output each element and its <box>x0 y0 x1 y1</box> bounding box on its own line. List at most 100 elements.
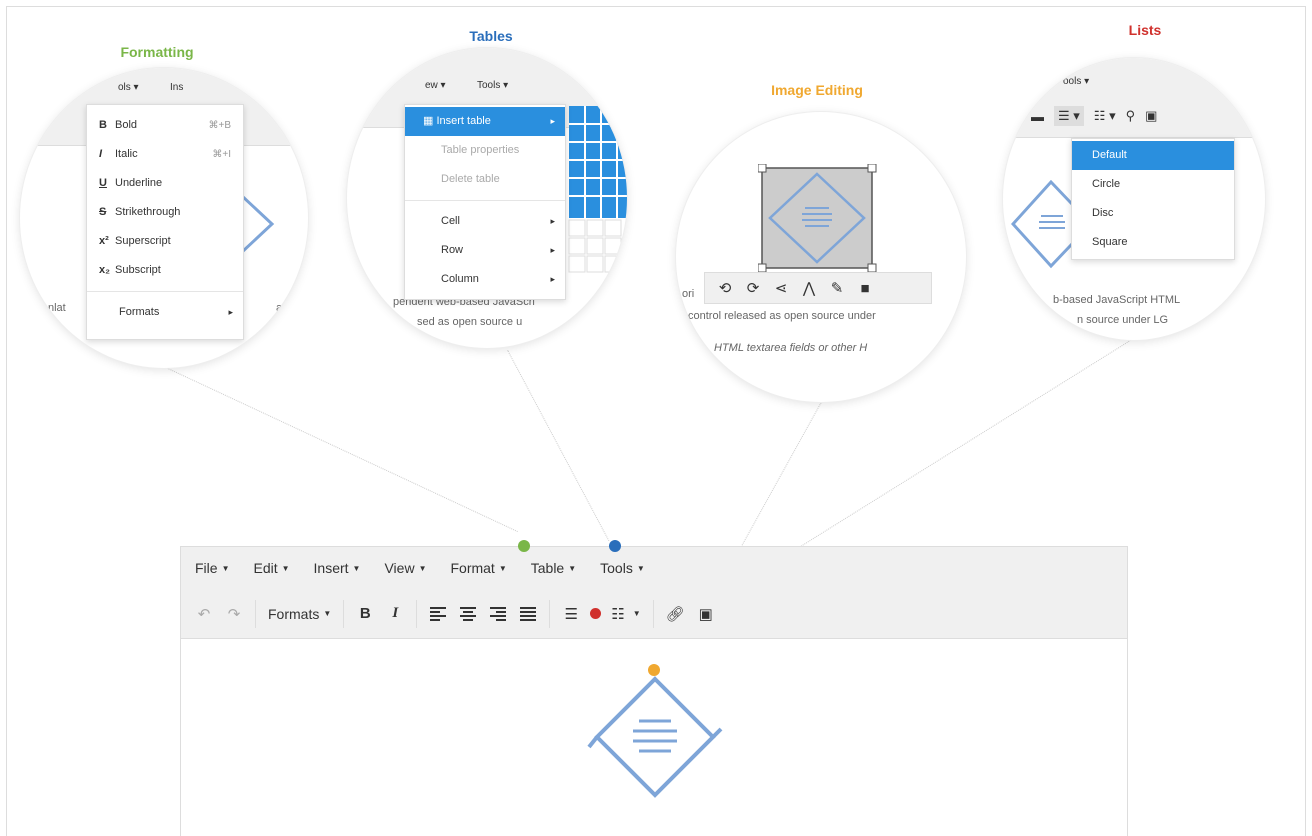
bold-button[interactable]: B <box>350 598 380 630</box>
bullet-list-icon: ☰ <box>564 605 578 623</box>
callout-title-lists: Lists <box>1128 22 1162 38</box>
bullet-list-icon[interactable]: ☰ ▾ <box>1054 106 1084 126</box>
selected-image <box>758 164 877 273</box>
rotate-left-icon[interactable]: ⟲ <box>715 272 735 304</box>
formats-dropdown[interactable]: Formats ▼ <box>262 598 337 630</box>
align-center-button[interactable] <box>453 598 483 630</box>
rotate-right-icon[interactable]: ⟳ <box>743 272 763 304</box>
table-menu-item-row[interactable]: Row ▸ <box>405 236 565 265</box>
table-menu-item-delete-table: Delete table <box>441 173 500 185</box>
justify-button[interactable] <box>513 598 543 630</box>
underline-icon: U <box>99 177 107 189</box>
numbered-list-icon[interactable]: ☷ ▾ <box>1094 108 1116 124</box>
formatting-callout: ols ▾ Ins nlat asc B Bold ⌘+B I Italic ⌘+I U… <box>20 68 308 368</box>
edit-image-icon[interactable]: ✎ <box>827 272 847 304</box>
list-style-default[interactable]: Default <box>1072 141 1234 170</box>
formatting-anchor-dot <box>518 540 530 552</box>
menu-view[interactable]: View ▼ <box>384 560 426 576</box>
chevron-right-icon: ▸ <box>550 245 555 255</box>
flip-horizontal-icon[interactable]: ⋖ <box>771 272 791 304</box>
tables-callout: ew ▾ Tools ▾ pendent web-based JavaScri … <box>347 48 627 348</box>
editor-logo-image[interactable] <box>585 673 725 813</box>
chevron-down-icon: ▼ <box>352 563 361 573</box>
list-style-circle[interactable]: Circle <box>1072 170 1234 199</box>
justify-icon[interactable]: ▬ <box>1031 109 1044 124</box>
lists-faded-text-1: b-based JavaScript HTML <box>1053 294 1181 306</box>
table-size-grid <box>568 106 627 273</box>
formatting-faded-left: nlat <box>48 302 66 314</box>
callout-title-tables: Tables <box>469 28 513 44</box>
undo-button[interactable]: ↶ <box>189 598 219 630</box>
toolbar-separator <box>343 599 345 628</box>
format-menu-item-superscript[interactable]: x² Superscript <box>87 227 243 256</box>
lists-tab-tools[interactable]: ools ▾ <box>1063 76 1089 87</box>
image-button[interactable]: ▣ <box>691 598 721 630</box>
format-menu-item-underline[interactable]: U Underline <box>87 169 243 198</box>
menu-edit[interactable]: Edit ▼ <box>253 560 289 576</box>
tables-tab-tools[interactable]: Tools ▾ <box>477 80 508 91</box>
editor-menubar: File ▼ Edit ▼ Insert ▼ View ▼ Format ▼ Table ▼… <box>181 547 1127 589</box>
superscript-icon: x² <box>99 235 109 247</box>
image-anchor-dot <box>648 664 660 676</box>
align-left-icon <box>430 606 447 621</box>
lists-marker-dot <box>590 608 602 619</box>
chevron-right-icon: ▸ <box>228 307 233 317</box>
format-menu-separator <box>87 291 243 292</box>
subscript-icon: x₂ <box>99 264 111 276</box>
table-menu-item-table-properties: Table properties <box>441 144 520 156</box>
link-icon: 🔗︎ <box>665 605 685 623</box>
menu-file[interactable]: File ▼ <box>195 560 229 576</box>
justify-icon <box>520 606 537 621</box>
menu-table[interactable]: Table ▼ <box>531 560 576 576</box>
align-left-button[interactable] <box>423 598 453 630</box>
redo-button[interactable]: ↷ <box>219 598 249 630</box>
lists-toolbar-strip <box>1003 58 1265 138</box>
chevron-down-icon: ▼ <box>221 563 230 573</box>
table-menu-item-cell[interactable]: Cell ▸ <box>405 207 565 236</box>
toolbar-separator <box>416 599 418 628</box>
table-menu-separator <box>405 200 565 201</box>
format-menu-item-strikethrough[interactable]: S Strikethrough <box>87 198 243 227</box>
editor-window: File ▼ Edit ▼ Insert ▼ View ▼ Format ▼ Table ▼… <box>180 546 1128 836</box>
formatting-tab-tools[interactable]: ols ▾ <box>118 82 139 93</box>
format-menu-item-italic[interactable]: I Italic ⌘+I <box>87 140 243 169</box>
table-menu-item-insert-table[interactable]: ▦ Insert table ▸ <box>405 107 565 136</box>
menu-tools[interactable]: Tools ▼ <box>600 560 645 576</box>
format-menu-item-formats[interactable]: Formats ▸ <box>87 298 243 327</box>
link-icon[interactable]: ⚲ <box>1126 108 1136 124</box>
menu-insert[interactable]: Insert ▼ <box>314 560 361 576</box>
callout-title-image-editing: Image Editing <box>771 82 863 98</box>
toolbar-separator <box>549 599 551 628</box>
align-right-icon <box>490 606 507 621</box>
image-faded-text-1: control released as open source under <box>688 310 876 322</box>
formatting-faded-right: asc <box>276 302 294 314</box>
image-faded-prefix: ori <box>682 288 695 300</box>
table-menu-item-column[interactable]: Column ▸ <box>405 265 565 294</box>
table-dropdown-menu: ▦ Insert table ▸ Table properties Delete … <box>404 104 566 300</box>
format-menu-item-bold[interactable]: B Bold ⌘+B <box>87 111 243 140</box>
lists-faded-text-2: n source under LG <box>1077 314 1169 326</box>
bullet-style-menu: Default Circle Disc Square <box>1071 138 1235 260</box>
align-right-button[interactable] <box>483 598 513 630</box>
tables-anchor-dot <box>609 540 621 552</box>
italic-button[interactable]: I <box>380 598 410 630</box>
bullet-list-button[interactable]: ☰ <box>556 598 586 630</box>
toolbar-separator <box>255 599 256 628</box>
list-style-disc[interactable]: Disc <box>1072 199 1234 228</box>
list-style-square[interactable]: Square <box>1072 228 1234 257</box>
chevron-down-icon: ▼ <box>323 609 332 618</box>
format-menu-item-subscript[interactable]: x₂ Subscript <box>87 256 243 285</box>
image-editing-callout: ⟲ ⟳ ⋖ ⋀ ✎ ■ ori control released as open… <box>676 112 966 402</box>
menu-format[interactable]: Format ▼ <box>450 560 506 576</box>
numbered-list-button[interactable]: ☷ ▼ <box>605 598 646 630</box>
image-icon[interactable]: ▣ <box>1145 108 1157 124</box>
chevron-down-icon: ▼ <box>498 563 507 573</box>
tables-tab-view[interactable]: ew ▾ <box>425 80 446 91</box>
image-icon: ▣ <box>698 605 713 623</box>
tables-faded-text-2: sed as open source u <box>417 316 523 328</box>
chevron-down-icon: ▼ <box>281 563 290 573</box>
link-button[interactable]: 🔗︎ <box>660 598 691 630</box>
formatting-tab-insert[interactable]: Ins <box>170 82 183 93</box>
image-options-icon[interactable]: ■ <box>855 272 875 304</box>
flip-vertical-icon[interactable]: ⋀ <box>799 272 819 304</box>
